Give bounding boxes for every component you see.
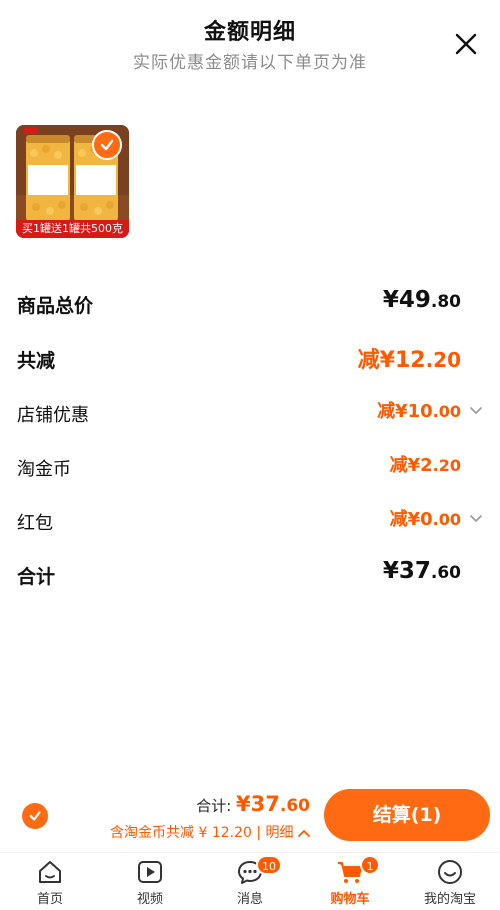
red-packet-value: 减¥0.00 xyxy=(390,505,461,531)
checkout-bar: 合计: ¥37.60 含淘金币共减 ¥ 12.20 | 明细 结算(1) xyxy=(0,784,500,850)
tab-messages-label: 消息 xyxy=(236,892,263,907)
total-discount-prefix: 减¥ xyxy=(357,348,395,373)
bottom-tab-bar: 首页 视频 10 消息 1 购物车 我的淘宝 xyxy=(0,852,500,910)
tab-video-label: 视频 xyxy=(136,892,163,907)
chevron-down-icon[interactable] xyxy=(469,403,483,417)
row-total-price: 商品总价 ¥49.80 xyxy=(17,287,483,323)
page-title: 金额明细 xyxy=(203,20,296,45)
checkout-total-int: 37 xyxy=(250,792,280,816)
grand-total-cents: .60 xyxy=(430,563,461,583)
total-price-label: 商品总价 xyxy=(17,295,94,317)
taojinbi-cents: .20 xyxy=(432,456,461,475)
select-all-checkbox[interactable] xyxy=(22,803,48,829)
tab-my-taobao[interactable]: 我的淘宝 xyxy=(400,853,500,910)
red-packet-int: 0 xyxy=(420,509,433,530)
total-discount-int: 12 xyxy=(394,348,426,373)
total-price-value: ¥49.80 xyxy=(383,287,461,313)
taojinbi-int: 2 xyxy=(420,455,433,476)
profile-icon xyxy=(438,860,462,884)
total-price-symbol: ¥ xyxy=(382,287,399,313)
grand-total-symbol: ¥ xyxy=(382,558,399,584)
grand-total-value: ¥37.60 xyxy=(383,558,461,584)
cart-badge: 1 xyxy=(360,855,380,875)
taojinbi-label: 淘金币 xyxy=(17,459,71,480)
video-icon xyxy=(138,861,162,883)
red-packet-label: 红包 xyxy=(17,513,53,534)
checkmark-icon xyxy=(100,139,114,151)
product-promo-strip: 买1罐送1罐共500克 xyxy=(16,220,129,238)
tab-messages[interactable]: 10 消息 xyxy=(200,853,300,910)
total-discount-value: 减¥12.20 xyxy=(358,342,461,374)
total-discount-label: 共减 xyxy=(17,350,56,372)
grand-total-int: 37 xyxy=(398,558,431,584)
checkout-button[interactable]: 结算(1) xyxy=(324,789,490,841)
row-grand-total: 合计 ¥37.60 xyxy=(17,558,483,594)
row-shop-discount[interactable]: 店铺优惠 减¥10.00 xyxy=(17,397,483,433)
shop-discount-prefix: 减¥ xyxy=(377,401,408,422)
tab-cart[interactable]: 1 购物车 xyxy=(300,853,400,910)
tab-home[interactable]: 首页 xyxy=(0,853,100,910)
discount-detail-link[interactable]: 含淘金币共减 ¥ 12.20 | 明细 xyxy=(110,822,310,842)
total-discount-cents: .20 xyxy=(425,348,461,372)
checkmark-icon xyxy=(29,811,41,821)
tab-my-taobao-label: 我的淘宝 xyxy=(423,892,476,907)
checkout-total: 合计: ¥37.60 xyxy=(196,792,310,816)
header: 金额明细 实际优惠金额请以下单页为准 xyxy=(0,0,500,90)
taojinbi-value: 减¥2.20 xyxy=(390,451,461,477)
page-subtitle: 实际优惠金额请以下单页为准 xyxy=(133,53,367,73)
tab-home-label: 首页 xyxy=(36,892,63,907)
row-total-discount: 共减 减¥12.20 xyxy=(17,342,483,378)
taojinbi-prefix: 减¥ xyxy=(389,455,421,476)
row-taojinbi: 淘金币 减¥2.20 xyxy=(17,451,483,487)
chevron-up-icon xyxy=(298,830,310,837)
tab-cart-label: 购物车 xyxy=(330,892,370,907)
checkout-total-symbol: ¥ xyxy=(236,792,251,816)
tab-video[interactable]: 视频 xyxy=(100,853,200,910)
red-packet-cents: .00 xyxy=(432,510,461,529)
shop-discount-value: 减¥10.00 xyxy=(377,397,461,423)
shop-discount-int: 10 xyxy=(407,401,433,422)
shop-discount-cents: .00 xyxy=(432,402,461,421)
row-red-packet[interactable]: 红包 减¥0.00 xyxy=(17,505,483,541)
shop-discount-label: 店铺优惠 xyxy=(17,405,89,426)
total-price-int: 49 xyxy=(398,287,431,313)
grand-total-label: 合计 xyxy=(17,566,56,588)
checkout-total-cents: .60 xyxy=(279,796,310,816)
product-selected-check[interactable] xyxy=(92,130,122,160)
discount-detail-text: 含淘金币共减 ¥ 12.20 | 明细 xyxy=(110,825,294,841)
checkout-total-label: 合计: xyxy=(196,797,237,815)
messages-badge: 10 xyxy=(256,855,282,875)
red-packet-prefix: 减¥ xyxy=(389,509,421,530)
close-icon xyxy=(455,33,477,55)
checkout-total-amount: ¥37.60 xyxy=(236,792,310,816)
chevron-down-icon[interactable] xyxy=(469,511,483,525)
home-icon xyxy=(39,861,61,883)
close-button[interactable] xyxy=(452,30,480,58)
total-price-cents: .80 xyxy=(430,292,461,312)
